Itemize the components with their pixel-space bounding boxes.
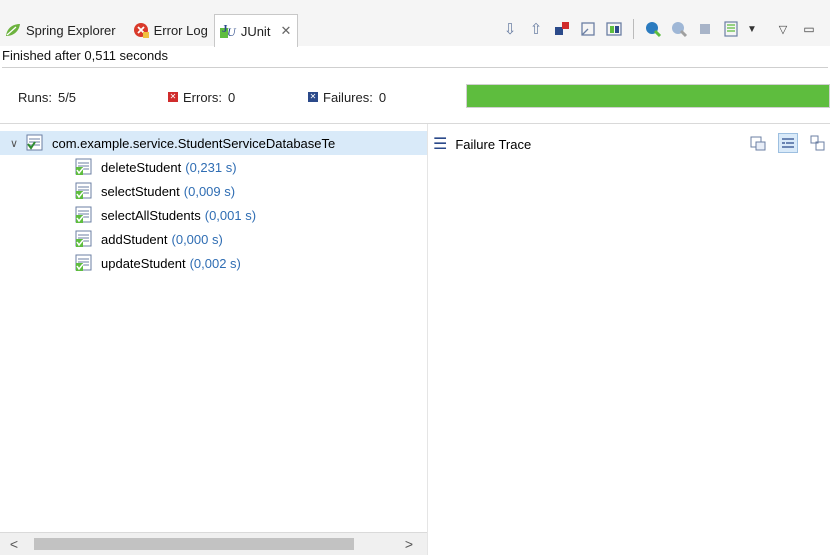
tab-label: Error Log — [153, 22, 208, 38]
test-run-history-icon[interactable] — [720, 18, 742, 40]
junit-icon: UJ — [219, 22, 237, 40]
toolbar-separator — [633, 19, 634, 39]
previous-failure-icon[interactable]: ⇧ — [525, 18, 547, 40]
test-method-row[interactable]: selectAllStudents (0,001 s) — [0, 203, 427, 227]
svg-text:J: J — [222, 23, 228, 35]
errors-label: Errors: — [183, 89, 222, 105]
scroll-right-icon[interactable]: > — [399, 535, 419, 553]
error-icon: ✕ — [168, 92, 178, 102]
copy-trace-icon[interactable] — [808, 133, 828, 153]
junit-toolbar: ⇩ ⇧ ▼ ▽ ▭ — [499, 15, 820, 43]
test-method-row[interactable]: deleteStudent (0,231 s) — [0, 155, 427, 179]
test-progress-bar — [466, 84, 830, 108]
test-duration: (0,000 s) — [171, 231, 223, 247]
view-tab-bar: Spring Explorer Error Log UJ JUnit ✕ ⇩ ⇧ — [0, 0, 830, 47]
runs-counter: Runs: 5/5 — [0, 86, 150, 108]
rerun-failures-icon[interactable] — [668, 18, 690, 40]
tab-label: Spring Explorer — [26, 22, 116, 38]
tab-list: Spring Explorer Error Log UJ JUnit ✕ — [0, 14, 299, 47]
test-class-row[interactable]: ∨ com.example.service.StudentServiceData… — [0, 131, 427, 155]
next-failure-icon[interactable]: ⇩ — [499, 18, 521, 40]
rerun-test-icon[interactable] — [642, 18, 664, 40]
scroll-left-icon[interactable]: < — [4, 535, 24, 553]
failure-icon: ✕ — [308, 92, 318, 102]
test-method-row[interactable]: addStudent (0,000 s) — [0, 227, 427, 251]
tab-spring-explorer[interactable]: Spring Explorer — [0, 14, 122, 46]
tab-error-log[interactable]: Error Log — [128, 14, 214, 46]
test-passed-icon — [75, 206, 93, 224]
test-method-name: deleteStudent — [101, 159, 182, 175]
filter-stack-trace-icon[interactable] — [778, 133, 798, 153]
scroll-lock-icon[interactable] — [577, 18, 599, 40]
errors-value: 0 — [228, 89, 236, 105]
test-method-name: updateStudent — [101, 255, 186, 271]
view-menu-icon[interactable]: ▽ — [772, 18, 794, 40]
test-method-row[interactable]: updateStudent (0,002 s) — [0, 251, 427, 275]
spring-leaf-icon — [4, 21, 22, 39]
failure-trace-title: Failure Trace — [455, 136, 532, 152]
close-icon[interactable]: ✕ — [280, 23, 291, 39]
stop-icon[interactable] — [694, 18, 716, 40]
failures-label: Failures: — [323, 89, 373, 105]
scrollbar-thumb[interactable] — [34, 538, 354, 550]
test-passed-icon — [75, 158, 93, 176]
test-duration: (0,001 s) — [204, 207, 257, 223]
test-duration: (0,009 s) — [183, 183, 236, 199]
test-method-name: selectStudent — [101, 183, 180, 199]
show-skipped-icon[interactable] — [603, 18, 625, 40]
errors-counter: ✕ Errors: 0 — [150, 86, 290, 108]
chevron-down-icon[interactable]: ∨ — [10, 137, 26, 150]
horizontal-scrollbar[interactable]: < > — [0, 532, 427, 555]
failure-trace-header: ☰ Failure Trace — [433, 133, 828, 155]
stack-trace-icon: ☰ — [433, 136, 448, 153]
failures-counter: ✕ Failures: 0 — [290, 86, 455, 108]
tab-label: JUnit — [240, 23, 271, 39]
test-method-name: selectAllStudents — [101, 207, 201, 223]
trace-toolbar — [748, 133, 828, 153]
test-method-row[interactable]: selectStudent (0,009 s) — [0, 179, 427, 203]
error-log-icon — [132, 21, 150, 39]
test-duration: (0,002 s) — [189, 255, 241, 271]
test-duration: (0,231 s) — [185, 159, 237, 175]
test-tree[interactable]: ∨ com.example.service.StudentServiceData… — [0, 131, 427, 531]
progress-fill — [467, 85, 829, 107]
test-counters: Runs: 5/5 ✕ Errors: 0 ✕ Failures: 0 — [0, 86, 455, 108]
section-divider — [0, 123, 830, 124]
test-passed-icon — [75, 182, 93, 200]
test-passed-icon — [75, 254, 93, 272]
history-dropdown-icon[interactable]: ▼ — [746, 18, 758, 40]
test-passed-icon — [75, 230, 93, 248]
panel-divider — [427, 124, 428, 555]
minimize-icon[interactable]: ▭ — [798, 18, 820, 40]
test-class-name: com.example.service.StudentServiceDataba… — [52, 135, 336, 151]
runs-value: 5/5 — [57, 89, 77, 105]
test-method-name: addStudent — [101, 231, 168, 247]
finished-status: Finished after 0,511 seconds — [2, 48, 828, 68]
show-failures-only-icon[interactable] — [551, 18, 573, 40]
svg-text:U: U — [227, 25, 237, 39]
test-suite-ok-icon — [26, 134, 44, 152]
failures-value: 0 — [378, 89, 387, 105]
compare-results-icon[interactable] — [748, 133, 768, 153]
runs-label: Runs: — [18, 89, 52, 105]
tab-junit[interactable]: UJ JUnit ✕ — [213, 14, 299, 47]
